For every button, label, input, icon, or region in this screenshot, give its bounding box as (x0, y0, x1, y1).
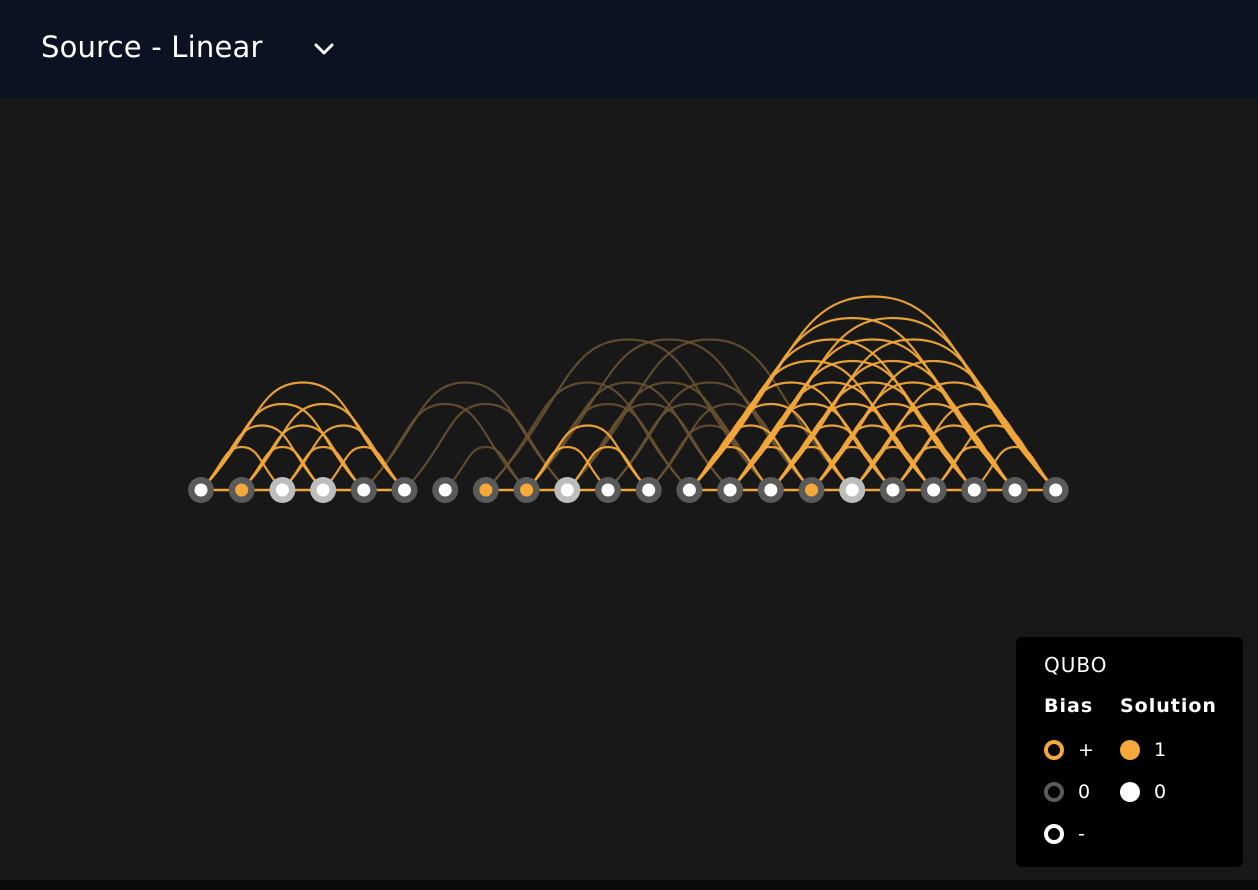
active-coupler-edge (770, 359, 1016, 491)
active-coupler-edge (525, 424, 650, 491)
active-coupler-edge (729, 359, 976, 491)
positive-bias-ring-icon (1044, 740, 1064, 760)
header-bar: Source - Linear (0, 0, 1258, 98)
page-title: Source - Linear (41, 30, 263, 64)
qubit-node-solution (764, 483, 778, 497)
legend-bias-zero: 0 (1044, 781, 1090, 803)
legend-bias-header: Bias (1044, 695, 1094, 717)
qubit-node-solution (682, 483, 696, 497)
qubit-node-solution (316, 483, 330, 497)
legend-bias-positive-label: + (1078, 739, 1094, 761)
qubit-node-solution (967, 483, 981, 497)
active-coupler-edge (810, 359, 1057, 491)
qubit-node-solution (642, 483, 656, 497)
qubit-node-solution (357, 483, 371, 497)
legend-solution-zero: 0 (1120, 781, 1166, 803)
zero-bias-ring-icon (1044, 782, 1064, 802)
inactive-coupler-edge (485, 381, 691, 491)
qubit-node-solution (1049, 483, 1063, 497)
qubit-node-solution (398, 483, 411, 497)
inactive-coupler-edge (525, 381, 731, 491)
legend-solution-one: 1 (1120, 739, 1166, 761)
qubit-node-solution (886, 483, 900, 497)
qubit-node-solution (1008, 483, 1022, 497)
qubit-node-solution (194, 483, 208, 497)
legend-solution-one-label: 1 (1154, 739, 1167, 761)
legend-title: QUBO (1044, 653, 1108, 677)
legend-bias-positive: + (1044, 739, 1094, 761)
negative-bias-ring-icon (1044, 824, 1064, 844)
solution-one-dot-icon (1120, 740, 1140, 760)
chevron-down-icon[interactable] (309, 34, 339, 64)
legend-solution-header: Solution (1120, 695, 1217, 717)
qubit-node-solution (927, 483, 941, 497)
qubit-node-solution (479, 483, 493, 497)
active-coupler-edge (688, 359, 935, 491)
active-coupler-edge (851, 381, 1057, 491)
qubit-node-solution (560, 483, 574, 497)
solution-zero-dot-icon (1120, 782, 1140, 802)
legend-panel: QUBO Bias Solution + 0 - 1 0 (1016, 637, 1243, 867)
active-coupler-edge (688, 381, 894, 491)
qubit-node-solution (438, 483, 452, 497)
legend-solution-zero-label: 0 (1154, 781, 1167, 803)
qubit-node-solution (805, 483, 818, 497)
legend-bias-negative-label: - (1078, 823, 1085, 845)
inactive-coupler-edge (363, 381, 569, 491)
legend-bias-negative: - (1044, 823, 1085, 845)
inactive-coupler-edge (566, 381, 772, 491)
active-coupler-edge (770, 381, 976, 491)
inactive-coupler-edge (607, 381, 813, 491)
qubit-node-solution (845, 483, 859, 497)
active-coupler-edge (200, 381, 406, 491)
qubit-node-solution (520, 483, 534, 497)
bottom-strip (0, 880, 1258, 890)
qubit-node-solution (275, 483, 289, 497)
qubit-node-solution (601, 483, 615, 497)
legend-bias-zero-label: 0 (1078, 781, 1091, 803)
qubit-node-solution (723, 483, 737, 497)
qubit-node-solution (235, 483, 249, 497)
